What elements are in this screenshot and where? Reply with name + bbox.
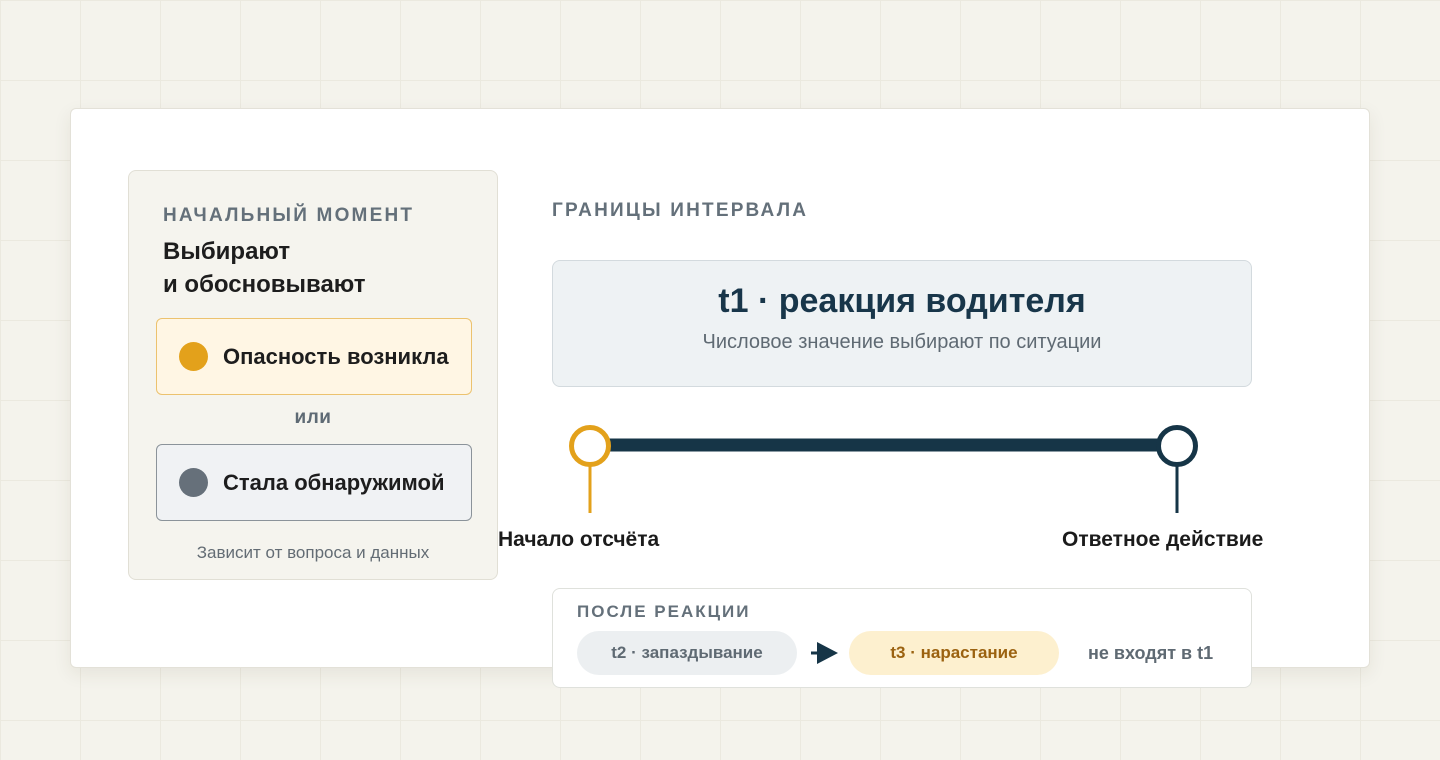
start-marker-icon xyxy=(569,425,611,467)
not-included-note: не входят в t1 xyxy=(1088,643,1214,663)
t2-pill: t2 · запаздывание xyxy=(577,631,797,675)
t3-pill: t3 · нарастание xyxy=(849,631,1059,675)
timeline-start-label: Начало отсчёта xyxy=(498,528,660,551)
after-reaction-eyebrow: ПОСЛЕ РЕАКЦИИ xyxy=(577,602,751,621)
after-reaction-box: ПОСЛЕ РЕАКЦИИ t2 · запаздывание t3 · нар… xyxy=(552,588,1252,688)
arrow-right-icon xyxy=(811,642,838,664)
timeline-end-label: Ответное действие xyxy=(1062,528,1264,551)
end-marker-icon xyxy=(1156,425,1198,467)
